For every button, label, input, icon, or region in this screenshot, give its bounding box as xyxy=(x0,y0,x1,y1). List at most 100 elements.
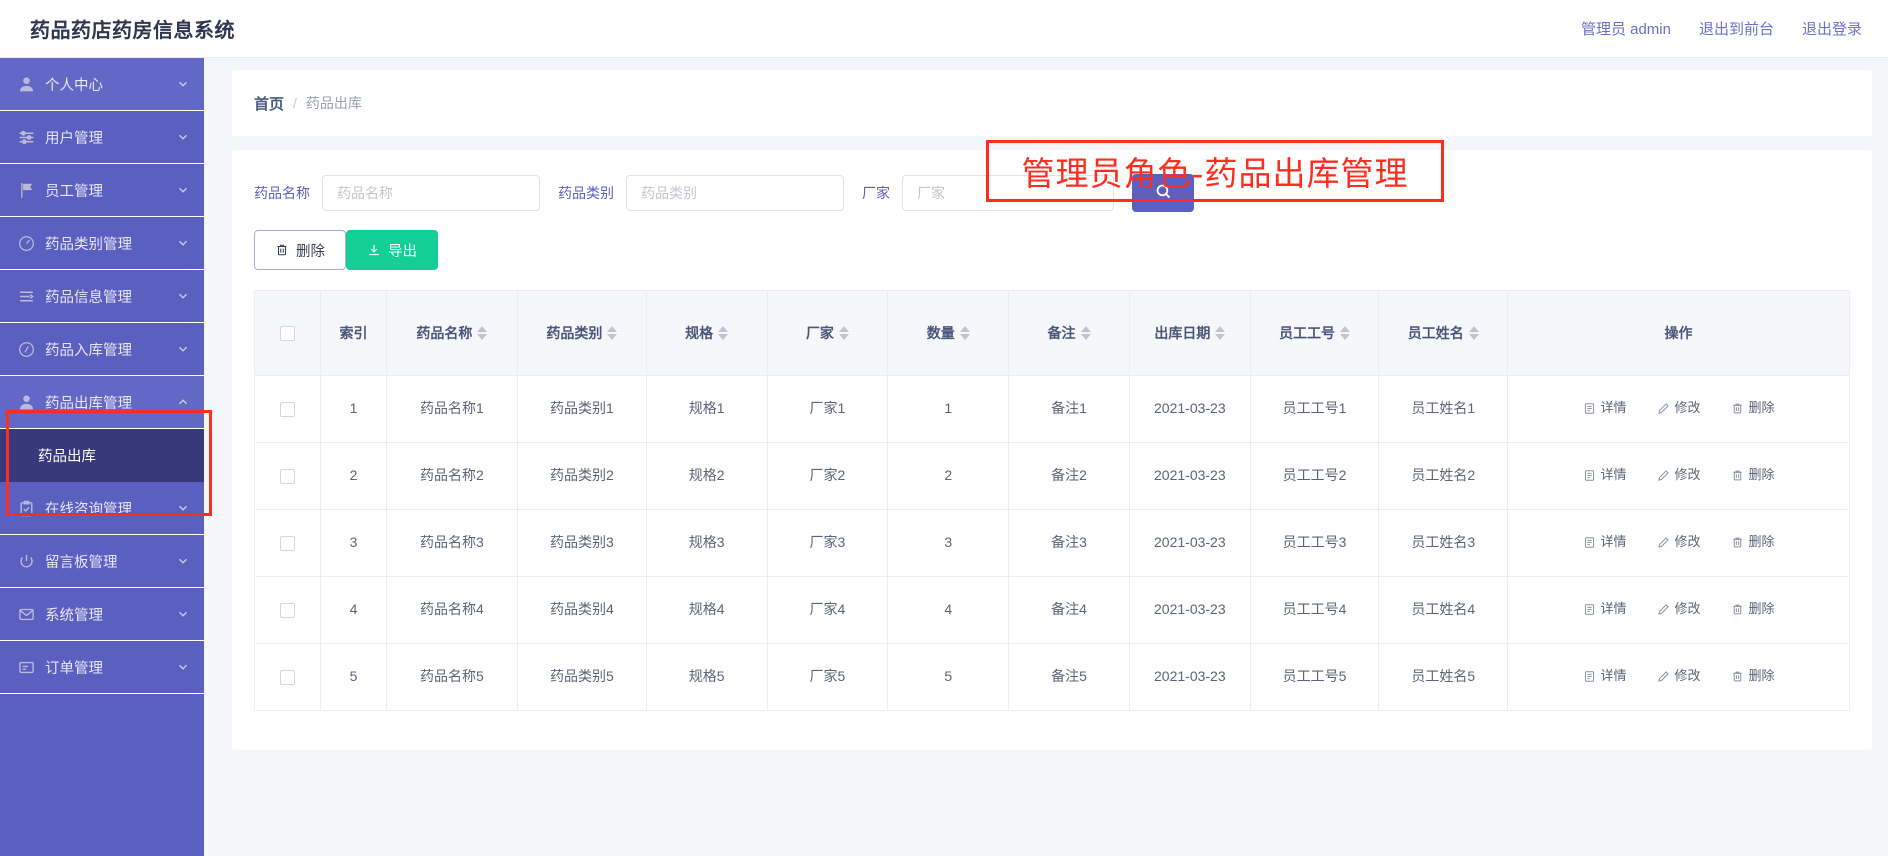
cell-index: 5 xyxy=(320,643,387,711)
sidebar-item-employee-management[interactable]: 员工管理 xyxy=(0,164,204,217)
table-header-employee-no[interactable]: 员工工号 xyxy=(1250,291,1380,376)
row-action-delete-button[interactable]: 删除 xyxy=(1731,466,1775,484)
row-action-label: 详情 xyxy=(1600,467,1627,483)
app-root: 药品药店药房信息系统 管理员 admin 退出到前台 退出登录 个人中心 用户管… xyxy=(0,0,1888,856)
logout-link[interactable]: 退出登录 xyxy=(1802,18,1862,39)
row-action-detail-button[interactable]: 详情 xyxy=(1583,399,1627,417)
sidebar-item-system-management[interactable]: 系统管理 xyxy=(0,588,204,641)
cell-value: 规格2 xyxy=(688,466,725,483)
admin-user-link[interactable]: 管理员 admin xyxy=(1581,18,1671,39)
table-header-employee-name[interactable]: 员工姓名 xyxy=(1378,291,1509,376)
header-links: 管理员 admin 退出到前台 退出登录 xyxy=(1581,18,1862,39)
row-action-edit-button[interactable]: 修改 xyxy=(1657,667,1701,685)
row-select-cell[interactable] xyxy=(255,509,322,577)
sidebar-subitem-drug-outbound[interactable]: 药品出库 xyxy=(0,429,204,482)
row-checkbox[interactable] xyxy=(280,602,296,618)
detail-icon xyxy=(1583,402,1596,415)
row-action-detail-button[interactable]: 详情 xyxy=(1583,600,1627,618)
table-row: 1 药品名称1 药品类别1 规格1 厂家1 1 备注1 2021-03-23 员工工号1 员工姓名… xyxy=(255,375,1849,443)
table-header: 索引 药品名称 药品类别 规格 厂家 数量 备注 出库日期 员工工号 员工姓名 … xyxy=(255,291,1849,376)
sidebar-item-label: 员工管理 xyxy=(45,183,103,200)
row-action-delete-button[interactable]: 删除 xyxy=(1731,667,1775,685)
select-all-checkbox[interactable] xyxy=(280,326,296,342)
row-action-edit-button[interactable]: 修改 xyxy=(1657,466,1701,484)
table-header-spec[interactable]: 规格 xyxy=(646,291,768,376)
row-select-cell[interactable] xyxy=(255,375,322,443)
row-select-cell[interactable] xyxy=(255,576,322,644)
chevron-down-icon xyxy=(176,183,190,197)
edit-icon xyxy=(1657,469,1670,482)
delete-button[interactable]: 删除 xyxy=(254,230,346,270)
main-content: 首页 / 药品出库 管理员角色-药品出库管理 药品名称 药品类别 厂家 xyxy=(204,58,1888,856)
row-action-label: 修改 xyxy=(1674,601,1701,617)
sort-icon[interactable] xyxy=(1468,325,1479,340)
cell-quantity: 3 xyxy=(887,509,1010,577)
user-icon xyxy=(16,392,36,412)
row-action-detail-button[interactable]: 详情 xyxy=(1583,466,1627,484)
row-checkbox[interactable] xyxy=(280,669,296,685)
cell-employee-no: 员工工号3 xyxy=(1250,509,1380,577)
row-action-edit-button[interactable]: 修改 xyxy=(1657,600,1701,618)
row-action-group: 详情 修改 删除 xyxy=(1512,466,1845,484)
cell-value: 3 xyxy=(349,533,358,550)
cell-remark: 备注4 xyxy=(1008,576,1130,644)
cell-employee-name: 员工姓名3 xyxy=(1378,509,1509,577)
row-checkbox[interactable] xyxy=(280,468,296,484)
row-checkbox[interactable] xyxy=(280,401,296,417)
row-select-cell[interactable] xyxy=(255,643,322,711)
sidebar-item-drug-outbound-management[interactable]: 药品出库管理 xyxy=(0,376,204,429)
cell-drug-category: 药品类别2 xyxy=(517,442,647,510)
sidebar-item-user-management[interactable]: 用户管理 xyxy=(0,111,204,164)
sidebar-item-drug-info-management[interactable]: 药品信息管理 xyxy=(0,270,204,323)
breadcrumb: 首页 / 药品出库 xyxy=(232,70,1872,136)
row-action-detail-button[interactable]: 详情 xyxy=(1583,667,1627,685)
row-checkbox[interactable] xyxy=(280,535,296,551)
sort-icon[interactable] xyxy=(838,325,849,340)
breadcrumb-home[interactable]: 首页 xyxy=(254,93,284,114)
table-header-drug-category[interactable]: 药品类别 xyxy=(517,291,647,376)
cell-value: 规格3 xyxy=(688,533,725,550)
table-header-drug-name[interactable]: 药品名称 xyxy=(386,291,519,376)
sidebar-item-message-board-management[interactable]: 留言板管理 xyxy=(0,535,204,588)
cell-drug-category: 药品类别5 xyxy=(517,643,647,711)
sidebar-item-order-management[interactable]: 订单管理 xyxy=(0,641,204,694)
chevron-down-icon xyxy=(176,607,190,621)
sort-icon[interactable] xyxy=(607,325,618,340)
cell-out-date: 2021-03-23 xyxy=(1129,375,1251,443)
row-select-cell[interactable] xyxy=(255,442,322,510)
cell-out-date: 2021-03-23 xyxy=(1129,442,1251,510)
table-header-label: 操作 xyxy=(1664,324,1693,341)
table-header-quantity[interactable]: 数量 xyxy=(887,291,1010,376)
table-header-remark[interactable]: 备注 xyxy=(1008,291,1130,376)
row-action-edit-button[interactable]: 修改 xyxy=(1657,399,1701,417)
cell-operations: 详情 修改 删除 xyxy=(1507,375,1849,443)
table-header-factory[interactable]: 厂家 xyxy=(767,291,889,376)
cell-employee-no: 员工工号2 xyxy=(1250,442,1380,510)
sort-icon[interactable] xyxy=(1340,325,1351,340)
sidebar-item-drug-category-management[interactable]: 药品类别管理 xyxy=(0,217,204,270)
row-action-delete-button[interactable]: 删除 xyxy=(1731,600,1775,618)
row-action-delete-button[interactable]: 删除 xyxy=(1731,533,1775,551)
row-action-delete-button[interactable]: 删除 xyxy=(1731,399,1775,417)
exit-to-front-link[interactable]: 退出到前台 xyxy=(1699,18,1774,39)
sidebar-item-online-consult-management[interactable]: 在线咨询管理 xyxy=(0,482,204,535)
sidebar-item-personal-center[interactable]: 个人中心 xyxy=(0,58,204,111)
sort-icon[interactable] xyxy=(1215,325,1226,340)
cell-index: 3 xyxy=(320,509,387,577)
search-input-drug-name[interactable] xyxy=(322,175,540,211)
table-header-out-date[interactable]: 出库日期 xyxy=(1129,291,1251,376)
data-table-wrapper: 索引 药品名称 药品类别 规格 厂家 数量 备注 出库日期 员工工号 员工姓名 … xyxy=(254,290,1850,711)
sort-icon[interactable] xyxy=(718,325,729,340)
cell-value: 2021-03-23 xyxy=(1154,600,1226,617)
sidebar-item-drug-inbound-management[interactable]: 药品入库管理 xyxy=(0,323,204,376)
row-action-edit-button[interactable]: 修改 xyxy=(1657,533,1701,551)
sort-icon[interactable] xyxy=(959,325,970,340)
row-action-detail-button[interactable]: 详情 xyxy=(1583,533,1627,551)
sort-icon[interactable] xyxy=(477,325,488,340)
cell-factory: 厂家4 xyxy=(767,576,889,644)
sidebar-item-label: 药品信息管理 xyxy=(45,289,132,306)
cell-value: 5 xyxy=(349,667,358,684)
search-input-drug-category[interactable] xyxy=(626,175,844,211)
sort-icon[interactable] xyxy=(1080,325,1091,340)
export-button[interactable]: 导出 xyxy=(346,230,438,270)
